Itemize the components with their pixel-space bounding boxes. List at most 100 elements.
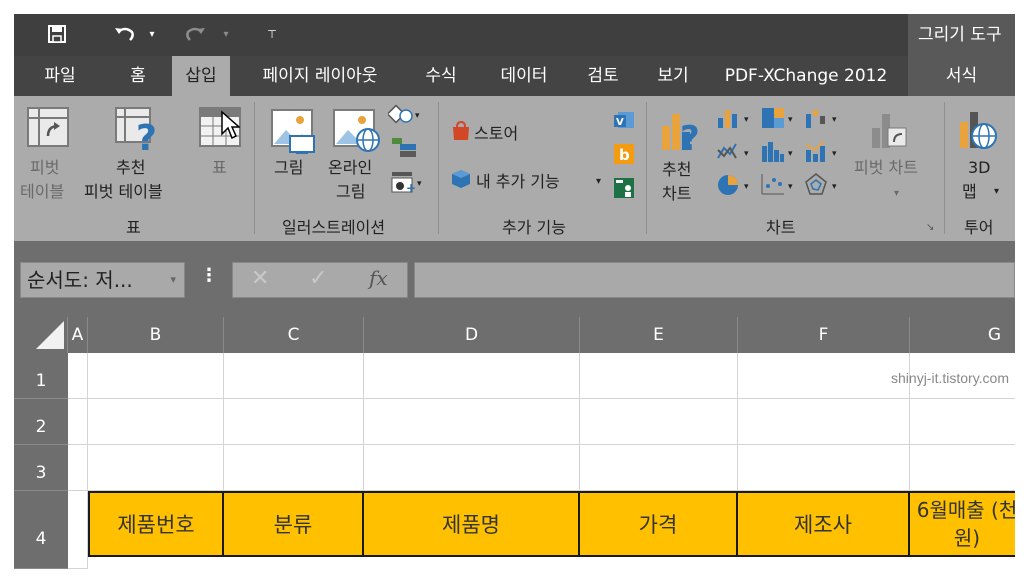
hierarchy-chart-icon[interactable]: ▾ bbox=[760, 106, 804, 134]
redo-icon[interactable] bbox=[180, 18, 210, 50]
cell[interactable] bbox=[580, 445, 738, 491]
recommended-pivot-icon[interactable]: ? bbox=[114, 106, 164, 159]
tab-page-layout[interactable]: 페이지 레이아웃 bbox=[246, 56, 394, 96]
enter-icon[interactable]: ✓ bbox=[309, 266, 327, 291]
name-box[interactable]: 순서도: 저... ▾ bbox=[20, 262, 185, 298]
customize-qat-icon[interactable]: ⊤ bbox=[264, 18, 280, 50]
row-header-1[interactable]: 1 bbox=[14, 353, 68, 399]
pivot-chart-dropdown-icon[interactable]: ▾ bbox=[894, 182, 899, 205]
pie-chart-icon[interactable]: ▾ bbox=[716, 172, 760, 202]
my-addins-dropdown-icon[interactable]: ▾ bbox=[596, 170, 601, 193]
cancel-icon[interactable]: ✕ bbox=[251, 266, 269, 291]
cell[interactable] bbox=[580, 399, 738, 445]
insert-function-icon[interactable]: fx bbox=[369, 266, 388, 290]
cell[interactable] bbox=[88, 399, 224, 445]
tab-file[interactable]: 파일 bbox=[32, 56, 88, 96]
column-chart-icon[interactable]: ▾ bbox=[716, 106, 760, 134]
row-header-4[interactable]: 4 bbox=[14, 491, 68, 569]
my-addins-label[interactable]: 내 추가 기능 bbox=[476, 170, 560, 193]
row-header-2[interactable]: 2 bbox=[14, 399, 68, 445]
table-header-product-number[interactable]: 제품번호 bbox=[88, 491, 224, 557]
charts-dialog-launcher-icon[interactable]: ↘ bbox=[926, 216, 934, 239]
redo-dropdown-icon[interactable]: ▾ bbox=[218, 18, 234, 50]
table-header-price[interactable]: 가격 bbox=[580, 491, 738, 557]
name-box-dropdown-icon[interactable]: ▾ bbox=[170, 263, 176, 297]
table-header-product-name[interactable]: 제품명 bbox=[364, 491, 580, 557]
tab-format[interactable]: 서식 bbox=[908, 56, 1015, 96]
svg-text:▾: ▾ bbox=[417, 179, 422, 189]
cell[interactable] bbox=[738, 353, 910, 399]
pivot-table-icon[interactable] bbox=[26, 106, 70, 152]
bing-maps-icon[interactable]: b bbox=[612, 142, 636, 170]
picture-icon[interactable] bbox=[270, 108, 318, 158]
formula-input[interactable] bbox=[414, 262, 1015, 298]
column-header-b[interactable]: B bbox=[88, 317, 224, 353]
column-header-d[interactable]: D bbox=[364, 317, 580, 353]
undo-dropdown-icon[interactable]: ▾ bbox=[144, 18, 160, 50]
recommended-charts-icon[interactable]: ? bbox=[658, 106, 706, 159]
cell[interactable] bbox=[738, 445, 910, 491]
pivot-chart-icon[interactable] bbox=[870, 110, 910, 154]
cell[interactable] bbox=[68, 445, 88, 491]
cell[interactable] bbox=[738, 399, 910, 445]
row-header-3[interactable]: 3 bbox=[14, 445, 68, 491]
tab-pdf-xchange[interactable]: PDF-XChange 2012 bbox=[716, 56, 896, 96]
undo-icon[interactable] bbox=[110, 18, 140, 50]
svg-text:▾: ▾ bbox=[744, 182, 749, 192]
pivot-chart-label: 피벗 차트 bbox=[854, 158, 918, 177]
svg-text:V: V bbox=[616, 117, 624, 128]
scatter-chart-icon[interactable]: ▾ bbox=[760, 172, 804, 202]
3d-map-dropdown-icon[interactable]: ▾ bbox=[994, 180, 999, 203]
tab-review[interactable]: 검토 bbox=[576, 56, 630, 96]
cell[interactable] bbox=[68, 399, 88, 445]
tab-view[interactable]: 보기 bbox=[646, 56, 700, 96]
table-header-manufacturer[interactable]: 제조사 bbox=[738, 491, 910, 557]
shapes-icon[interactable]: ▾ bbox=[386, 104, 424, 132]
column-header-e[interactable]: E bbox=[580, 317, 738, 353]
cell[interactable] bbox=[224, 399, 364, 445]
radar-chart-icon[interactable]: ▾ bbox=[804, 172, 848, 202]
column-header-g[interactable]: G bbox=[910, 317, 1015, 353]
save-icon[interactable] bbox=[42, 18, 72, 50]
visio-icon[interactable]: V bbox=[612, 110, 636, 136]
group-illustrations-label: 일러스트레이션 bbox=[282, 218, 386, 237]
tab-insert[interactable]: 삽입 bbox=[172, 56, 230, 96]
cell[interactable] bbox=[364, 445, 580, 491]
tab-formulas[interactable]: 수식 bbox=[414, 56, 468, 96]
tab-data[interactable]: 데이터 bbox=[488, 56, 560, 96]
statistic-chart-icon[interactable]: ▾ bbox=[760, 140, 804, 168]
my-addins-icon[interactable] bbox=[450, 168, 472, 194]
online-picture-icon[interactable] bbox=[332, 108, 382, 158]
cell[interactable] bbox=[580, 353, 738, 399]
smartart-icon[interactable] bbox=[390, 136, 418, 162]
3d-map-icon[interactable] bbox=[958, 108, 998, 156]
combo-chart-icon[interactable]: ▾ bbox=[804, 140, 848, 168]
line-chart-icon[interactable]: ▾ bbox=[716, 140, 760, 168]
store-icon[interactable] bbox=[450, 120, 472, 146]
cell[interactable] bbox=[224, 445, 364, 491]
table-header-june-sales[interactable]: 6월매출 (천원) bbox=[910, 491, 1015, 557]
more-options-icon[interactable]: ⋮ bbox=[200, 265, 218, 286]
waterfall-chart-icon[interactable]: ▾ bbox=[804, 106, 848, 134]
cell[interactable] bbox=[224, 353, 364, 399]
svg-text:+: + bbox=[406, 181, 416, 194]
cell[interactable] bbox=[364, 399, 580, 445]
svg-text:▾: ▾ bbox=[788, 115, 793, 125]
select-all-corner[interactable] bbox=[14, 317, 68, 353]
cell[interactable] bbox=[88, 353, 224, 399]
people-graph-icon[interactable] bbox=[612, 176, 636, 204]
cell[interactable] bbox=[88, 445, 224, 491]
cell[interactable] bbox=[68, 353, 88, 399]
group-separator bbox=[646, 102, 647, 234]
tab-home[interactable]: 홈 bbox=[120, 56, 156, 96]
column-header-a[interactable]: A bbox=[68, 317, 88, 353]
store-label[interactable]: 스토어 bbox=[474, 122, 518, 145]
table-header-category[interactable]: 분류 bbox=[224, 491, 364, 557]
column-header-f[interactable]: F bbox=[738, 317, 910, 353]
cell[interactable] bbox=[910, 445, 1015, 491]
screenshot-icon[interactable]: + ▾ bbox=[390, 170, 426, 198]
cell[interactable] bbox=[910, 399, 1015, 445]
column-header-c[interactable]: C bbox=[224, 317, 364, 353]
cell[interactable] bbox=[364, 353, 580, 399]
cell[interactable] bbox=[68, 491, 88, 569]
